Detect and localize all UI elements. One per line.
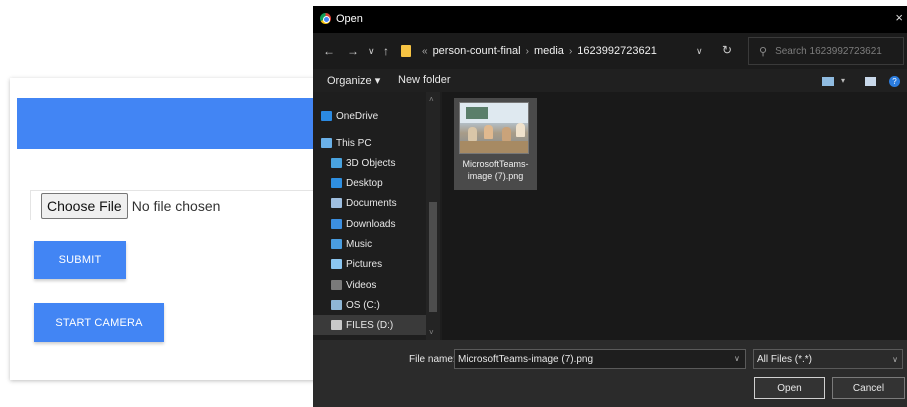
- pictures-icon: [331, 259, 342, 269]
- up-arrow-icon[interactable]: ↑: [383, 44, 389, 58]
- file-name-label: MicrosoftTeams-image (7).png: [462, 159, 529, 181]
- file-name-input[interactable]: MicrosoftTeams-image (7).png: [454, 349, 746, 369]
- sidebar-item-label: Music: [346, 238, 373, 250]
- scroll-thumb[interactable]: [429, 202, 437, 312]
- chrome-icon: [320, 13, 331, 24]
- sidebar-item-desktop[interactable]: Desktop: [313, 173, 383, 193]
- breadcrumb-item[interactable]: media: [534, 45, 564, 57]
- chevron-down-icon[interactable]: ∨: [734, 354, 740, 363]
- search-placeholder: Search 1623992723621: [775, 45, 882, 57]
- dialog-toolbar: Organize ▾ New folder ▾ ?: [313, 69, 907, 92]
- recent-locations-icon[interactable]: ∨: [368, 46, 375, 57]
- scroll-down-icon[interactable]: ˅: [429, 328, 434, 337]
- preview-pane-icon[interactable]: [865, 77, 876, 86]
- new-folder-button[interactable]: New folder: [398, 74, 451, 86]
- sidebar-item-pictures[interactable]: Pictures: [313, 254, 382, 274]
- sidebar-item-label: Downloads: [346, 218, 396, 230]
- cloud-icon: [321, 111, 332, 121]
- music-icon: [331, 239, 342, 249]
- back-arrow-icon[interactable]: ←: [323, 44, 335, 58]
- chevron-right-icon: ›: [525, 45, 529, 57]
- open-button[interactable]: Open: [754, 377, 825, 399]
- sidebar-item-downloads[interactable]: Downloads: [313, 214, 395, 234]
- sidebar-item-label: 3D Objects: [346, 157, 396, 169]
- refresh-icon[interactable]: ↻: [722, 43, 732, 57]
- open-file-dialog: Open × ← → ∨ ↑ « person-count-final › me…: [313, 6, 907, 407]
- file-input-row[interactable]: Choose File No file chosen: [30, 190, 320, 220]
- sidebar-item-music[interactable]: Music: [313, 234, 372, 254]
- sidebar-item-videos[interactable]: Videos: [313, 275, 376, 295]
- file-list-pane: MicrosoftTeams-image (7).png: [442, 92, 907, 340]
- sidebar-item-label: Desktop: [346, 177, 383, 189]
- navigation-pane: ˄ ˅ OneDrive This PC 3D Objects Desktop Docu…: [313, 92, 442, 340]
- chevron-right-icon: ›: [568, 45, 573, 57]
- address-bar: ← → ∨ ↑ « person-count-final › media › 1…: [313, 33, 907, 69]
- sidebar-item-documents[interactable]: Documents: [313, 193, 397, 213]
- sidebar-item-files-d[interactable]: FILES (D:): [313, 315, 426, 335]
- breadcrumb-item[interactable]: 1623992723621: [577, 45, 657, 57]
- image-thumbnail: [459, 102, 529, 154]
- dialog-titlebar: Open ×: [313, 6, 907, 33]
- forward-arrow-icon[interactable]: →: [347, 44, 359, 58]
- file-type-select[interactable]: All Files (*.*) ∨: [753, 349, 903, 369]
- folder-icon: [401, 45, 411, 57]
- cube-icon: [331, 158, 342, 168]
- card-header-bar: [17, 98, 317, 149]
- breadcrumb-prefix: «: [422, 45, 428, 57]
- search-input[interactable]: ⚲ Search 1623992723621: [748, 37, 904, 65]
- organize-menu[interactable]: Organize ▾: [327, 74, 380, 87]
- sidebar-item-3d-objects[interactable]: 3D Objects: [313, 153, 395, 173]
- start-camera-button[interactable]: START CAMERA: [34, 303, 164, 342]
- sidebar-item-this-pc[interactable]: This PC: [313, 133, 372, 153]
- sidebar-item-label: FILES (D:): [346, 319, 394, 331]
- download-icon: [331, 219, 342, 229]
- sidebar-item-label: Videos: [346, 279, 377, 291]
- desktop-icon: [331, 178, 342, 188]
- file-type-value: All Files (*.*): [757, 353, 813, 365]
- breadcrumb-item[interactable]: person-count-final: [433, 45, 521, 57]
- sidebar-item-onedrive[interactable]: OneDrive: [313, 106, 378, 126]
- submit-button[interactable]: SUBMIT: [34, 241, 126, 279]
- scroll-up-icon[interactable]: ˄: [429, 95, 434, 104]
- chevron-down-icon[interactable]: ∨: [696, 46, 703, 57]
- view-options-icon[interactable]: [822, 77, 834, 86]
- sidebar-item-label: Pictures: [346, 258, 383, 270]
- drive-icon: [331, 300, 342, 310]
- videos-icon: [331, 280, 342, 290]
- nav-scrollbar[interactable]: ˄ ˅: [426, 92, 440, 340]
- file-item[interactable]: MicrosoftTeams-image (7).png: [454, 98, 537, 190]
- breadcrumb[interactable]: « person-count-final › media › 162399272…: [396, 37, 742, 65]
- document-icon: [331, 198, 342, 208]
- help-icon[interactable]: ?: [889, 76, 900, 87]
- file-status-text: No file chosen: [131, 197, 221, 214]
- drive-icon: [331, 320, 342, 330]
- sidebar-item-label: OS (C:): [346, 299, 380, 311]
- dialog-footer: File name: MicrosoftTeams-image (7).png …: [313, 340, 907, 407]
- dialog-title: Open: [336, 13, 363, 25]
- choose-file-button[interactable]: Choose File: [41, 192, 128, 219]
- file-name-field-label: File name:: [409, 354, 456, 365]
- close-icon[interactable]: ×: [895, 10, 903, 25]
- sidebar-item-os-c[interactable]: OS (C:): [313, 295, 380, 315]
- cancel-button[interactable]: Cancel: [832, 377, 905, 399]
- chevron-down-icon: ∨: [892, 355, 898, 364]
- search-icon: ⚲: [759, 45, 768, 58]
- sidebar-item-label: Documents: [346, 197, 397, 209]
- computer-icon: [321, 138, 332, 148]
- chevron-down-icon[interactable]: ▾: [841, 76, 845, 85]
- sidebar-item-label: OneDrive: [336, 110, 379, 122]
- sidebar-item-label: This PC: [336, 137, 372, 149]
